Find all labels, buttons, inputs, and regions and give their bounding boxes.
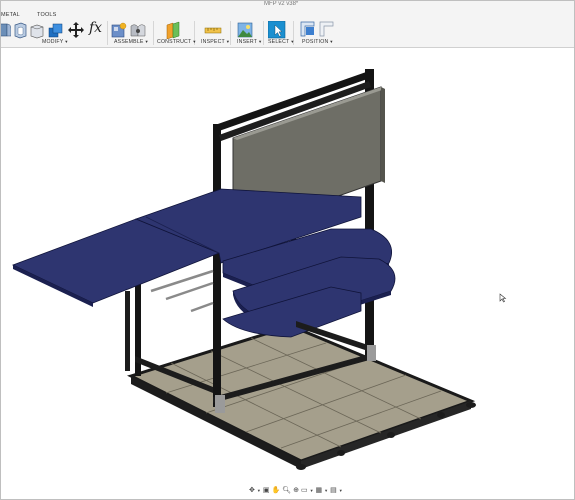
move-icon[interactable] (68, 21, 84, 39)
toolbar-separator (107, 21, 108, 45)
toolbar-separator (230, 21, 231, 45)
dropdown-caret-icon: ▼ (329, 39, 334, 44)
offset-plane-icon[interactable] (164, 21, 184, 39)
dropdown-caret-icon: ▼ (258, 39, 263, 44)
corner-bracket (367, 345, 376, 361)
corner-bracket (215, 395, 225, 413)
look-at-icon[interactable]: ▣ (263, 486, 270, 496)
navigation-bar: ✥ ▼ ▣ ✋ 🔍︎ ⊕ ▭ ▼ ▦ ▼ ▤ ▼ (249, 485, 343, 497)
combine-blue-icon[interactable] (48, 21, 64, 39)
dropdown-caret-icon[interactable]: ▼ (339, 486, 343, 496)
pan-icon[interactable]: ✋ (271, 486, 280, 496)
zoom-icon[interactable]: 🔍︎ (282, 486, 291, 496)
dropdown-caret-icon: ▼ (192, 39, 197, 44)
select-cursor-icon[interactable] (268, 21, 286, 39)
viewports-icon[interactable]: ▤ (330, 486, 337, 496)
group-modify-label: MODIFY (42, 39, 64, 45)
measure-icon[interactable] (204, 21, 222, 39)
group-select-label: SELECT (268, 39, 290, 45)
group-insert-label: INSERT (237, 39, 258, 45)
tab-tools[interactable]: TOOLS (37, 12, 57, 18)
parameters-fx-icon[interactable]: fx (89, 20, 102, 38)
joint-icon[interactable] (129, 21, 147, 39)
mouse-cursor-icon (499, 293, 507, 303)
dropdown-caret-icon: ▼ (64, 39, 69, 44)
floor-base[interactable] (127, 324, 476, 469)
tab-metal[interactable]: METAL (1, 12, 20, 18)
grid-icon[interactable]: ▦ (316, 486, 323, 496)
dropdown-caret-icon: ▼ (290, 39, 295, 44)
group-assemble-label: ASSEMBLE (114, 39, 144, 45)
group-position-label: POSITION (302, 39, 329, 45)
group-assemble[interactable]: ASSEMBLE▼ (114, 39, 149, 45)
fit-icon[interactable]: ⊕ (293, 486, 299, 496)
new-component-icon[interactable] (111, 21, 127, 39)
revert-position-icon[interactable] (319, 21, 335, 39)
group-construct[interactable]: CONSTRUCT▼ (157, 39, 197, 45)
support-rails (150, 269, 214, 313)
dropdown-caret-icon[interactable]: ▼ (324, 486, 328, 496)
ribbon-toolbar: MFP v2 v38* METAL TOOLS fx MODIFY▼ ASSEM… (1, 1, 574, 48)
dropdown-caret-icon: ▼ (225, 39, 231, 44)
shell-icon[interactable] (13, 21, 27, 39)
group-insert[interactable]: INSERT▼ (237, 39, 262, 45)
fillet-icon[interactable] (0, 21, 11, 39)
group-select[interactable]: SELECT▼ (268, 39, 295, 45)
group-inspect-label: INSPECT (201, 39, 225, 45)
insert-image-icon[interactable] (237, 21, 255, 39)
toolbar-separator (153, 21, 154, 45)
group-position[interactable]: POSITION▼ (302, 39, 334, 45)
dropdown-caret-icon[interactable]: ▼ (257, 486, 261, 496)
cad-model-viewport[interactable] (1, 48, 574, 499)
dropdown-caret-icon[interactable]: ▼ (310, 486, 314, 496)
group-inspect[interactable]: INSPECT▼ (201, 39, 230, 45)
design-canvas[interactable] (1, 48, 574, 499)
document-title: MFP v2 v38* (264, 1, 299, 7)
dropdown-caret-icon: ▼ (144, 39, 149, 44)
display-settings-icon[interactable]: ▭ (301, 486, 308, 496)
capture-position-icon[interactable] (300, 21, 316, 39)
app-window: MFP v2 v38* METAL TOOLS fx MODIFY▼ ASSEM… (0, 0, 575, 500)
combine-icon[interactable] (30, 21, 44, 39)
orbit-icon[interactable]: ✥ (249, 486, 255, 496)
group-construct-label: CONSTRUCT (157, 39, 192, 45)
group-modify[interactable]: MODIFY▼ (42, 39, 69, 45)
toolbar-separator (263, 21, 264, 45)
